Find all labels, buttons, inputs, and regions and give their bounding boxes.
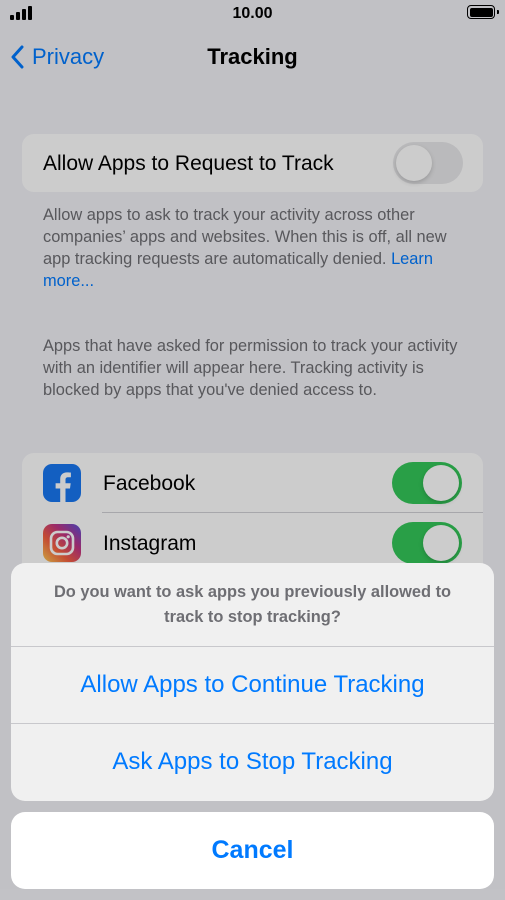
action-sheet-message: Do you want to ask apps you previously a… bbox=[11, 580, 494, 630]
tracking-settings-screen: 10.00 Privacy Tracking Allow Apps to Req… bbox=[0, 0, 505, 900]
action-sheet: Do you want to ask apps you previously a… bbox=[11, 563, 494, 801]
action-sheet-message-line: track to stop tracking? bbox=[164, 608, 341, 626]
cancel-button[interactable]: Cancel bbox=[11, 812, 494, 889]
ask-stop-tracking-button[interactable]: Ask Apps to Stop Tracking bbox=[11, 724, 494, 800]
allow-continue-tracking-button[interactable]: Allow Apps to Continue Tracking bbox=[11, 647, 494, 723]
action-sheet-message-line: Do you want to ask apps you previously a… bbox=[53, 583, 452, 601]
